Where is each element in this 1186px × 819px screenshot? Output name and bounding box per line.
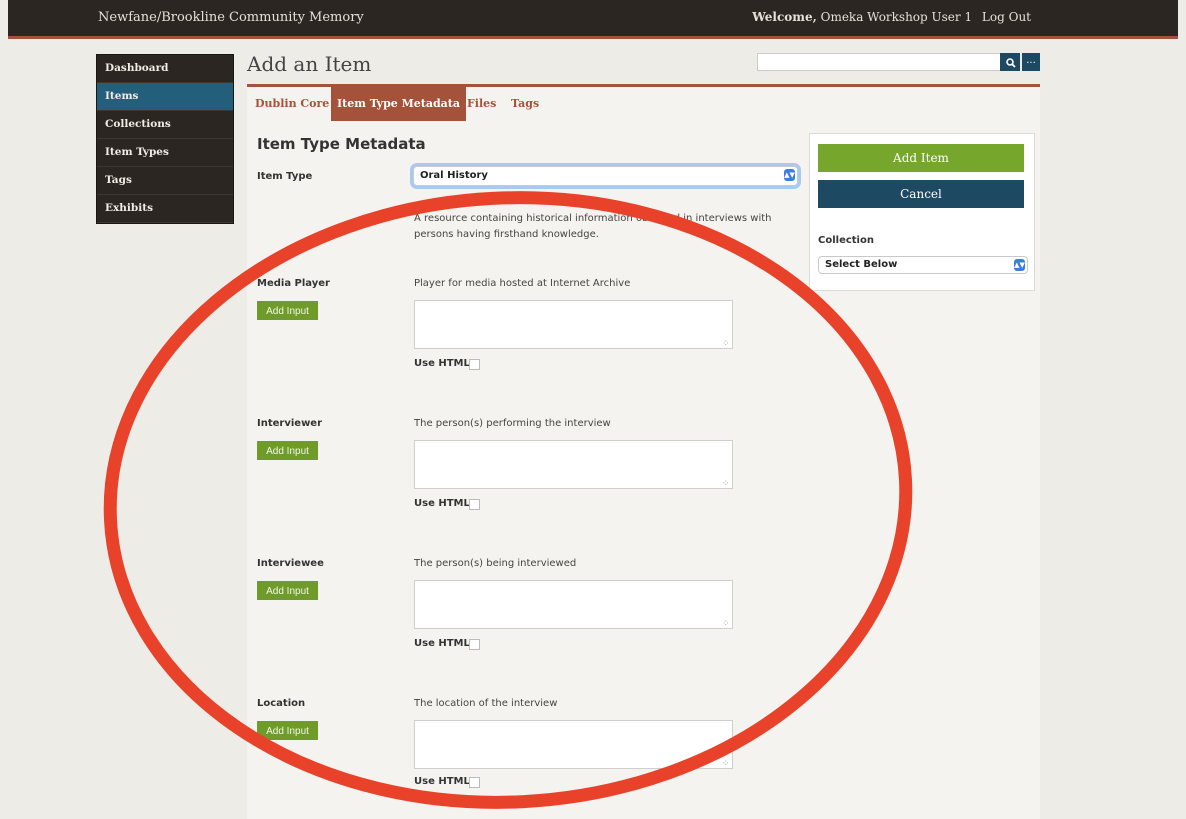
use-html-label: Use HTML (414, 776, 470, 787)
tab-files[interactable]: Files (461, 87, 502, 121)
interviewer-textarea[interactable] (414, 440, 733, 489)
cancel-button[interactable]: Cancel (818, 180, 1024, 208)
use-html-checkbox[interactable] (469, 499, 480, 510)
use-html-checkbox[interactable] (469, 777, 480, 788)
use-html-label: Use HTML (414, 358, 470, 369)
location-textarea[interactable] (414, 720, 733, 769)
item-type-select[interactable]: Oral History ▲▼ (413, 166, 798, 186)
add-input-button-media-player[interactable]: Add Input (257, 301, 318, 320)
resize-grip-icon[interactable]: ⁘ (722, 479, 732, 489)
chevron-updown-icon: ▲▼ (784, 169, 795, 181)
collection-value: Select Below (825, 259, 898, 270)
resize-grip-icon[interactable]: ⁘ (722, 759, 732, 769)
field-label-interviewer: Interviewer (257, 418, 323, 429)
field-description-media-player: Player for media hosted at Internet Arch… (414, 278, 631, 289)
tab-tags[interactable]: Tags (505, 87, 545, 121)
sidebar-item-item-types[interactable]: Item Types (97, 139, 233, 167)
resize-grip-icon[interactable]: ⁘ (722, 339, 732, 349)
tab-dublin-core[interactable]: Dublin Core (249, 87, 335, 121)
collection-label: Collection (818, 235, 874, 246)
add-input-button-interviewer[interactable]: Add Input (257, 441, 318, 460)
add-item-button[interactable]: Add Item (818, 144, 1024, 172)
search-button[interactable] (1000, 53, 1020, 71)
chevron-updown-icon: ▲▼ (1014, 259, 1025, 271)
search-input[interactable] (757, 53, 1003, 71)
collection-select[interactable]: Select Below ▲▼ (818, 256, 1028, 274)
search-icon (1006, 58, 1016, 68)
field-label-interviewee: Interviewee (257, 558, 324, 569)
sidebar-item-dashboard[interactable]: Dashboard (97, 55, 233, 83)
welcome-label: Welcome, (752, 10, 817, 24)
item-type-value: Oral History (420, 170, 488, 181)
sidebar-nav: Dashboard Items Collections Item Types T… (96, 54, 234, 224)
sidebar-item-exhibits[interactable]: Exhibits (97, 195, 233, 223)
advanced-search-button[interactable]: ... (1022, 53, 1040, 71)
use-html-checkbox[interactable] (469, 639, 480, 650)
sidebar-item-items[interactable]: Items (97, 83, 233, 111)
field-label-location: Location (257, 698, 306, 709)
interviewee-textarea[interactable] (414, 580, 733, 629)
use-html-label: Use HTML (414, 498, 470, 509)
logout-link[interactable]: Log Out (982, 10, 1031, 24)
site-title[interactable]: Newfane/Brookline Community Memory (98, 10, 364, 25)
field-description-interviewer: The person(s) performing the interview (414, 418, 611, 429)
media-player-textarea[interactable] (414, 300, 733, 349)
top-bar: Newfane/Brookline Community Memory Welco… (8, 0, 1178, 39)
tab-item-type-metadata[interactable]: Item Type Metadata (331, 87, 466, 121)
add-input-button-interviewee[interactable]: Add Input (257, 581, 318, 600)
item-type-description: A resource containing historical informa… (414, 213, 772, 240)
user-name-link[interactable]: Omeka Workshop User 1 (821, 10, 972, 24)
sidebar-item-collections[interactable]: Collections (97, 111, 233, 139)
use-html-checkbox[interactable] (469, 359, 480, 370)
welcome-area: Welcome, Omeka Workshop User 1 Log Out (752, 10, 1031, 24)
use-html-label: Use HTML (414, 638, 470, 649)
section-heading: Item Type Metadata (257, 135, 426, 153)
field-label-media-player: Media Player (257, 278, 330, 289)
add-input-button-location[interactable]: Add Input (257, 721, 318, 740)
field-description-interviewee: The person(s) being interviewed (414, 558, 577, 569)
item-type-label: Item Type (257, 171, 313, 182)
field-description-location: The location of the interview (414, 698, 558, 709)
resize-grip-icon[interactable]: ⁘ (722, 619, 732, 629)
sidebar-item-tags[interactable]: Tags (97, 167, 233, 195)
page-title: Add an Item (247, 52, 372, 76)
